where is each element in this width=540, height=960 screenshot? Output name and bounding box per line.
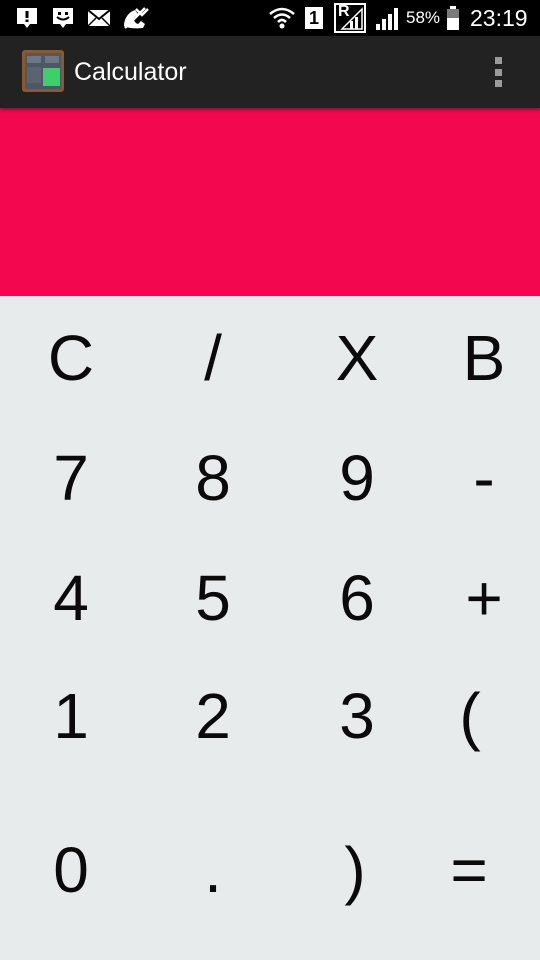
missed-call-icon [120,6,150,30]
battery-percent: 58% [406,8,441,27]
multiply-button[interactable]: X [297,308,417,408]
digit-6-button[interactable]: 6 [297,548,417,648]
smiley-notification-icon [50,6,76,30]
signal-bars-icon [374,6,402,30]
alert-box-icon [14,6,40,30]
digit-1-button[interactable]: 1 [11,666,131,766]
digit-0-button[interactable]: 0 [11,820,131,920]
battery-icon [444,6,462,30]
mail-icon [86,6,112,30]
clear-button[interactable]: C [11,308,131,408]
sim1-icon: 1 [302,6,326,30]
digit-2-button[interactable]: 2 [153,666,273,766]
minus-button[interactable]: - [424,428,540,528]
overflow-menu-icon[interactable] [482,54,514,90]
calculator-app-icon[interactable] [22,50,64,92]
digit-3-button[interactable]: 3 [297,666,417,766]
plus-button[interactable]: + [424,548,540,648]
status-bar: 1 R 58% 23:19 [0,0,540,36]
keypad: C / X B 7 8 9 - 4 5 6 + 1 2 3 ( 0 . ) = [0,296,540,960]
open-paren-button[interactable]: ( [410,666,530,766]
action-bar: Calculator [0,36,540,108]
digit-9-button[interactable]: 9 [297,428,417,528]
close-paren-button[interactable]: ) [295,820,415,920]
equals-button[interactable]: = [409,820,529,920]
decimal-point-button[interactable]: . [153,820,273,920]
app-title: Calculator [74,58,187,86]
digit-8-button[interactable]: 8 [153,428,273,528]
clock: 23:19 [470,5,528,31]
roaming-signal-icon: R [332,3,368,33]
sim1-label: 1 [305,7,323,29]
digit-7-button[interactable]: 7 [11,428,131,528]
digit-4-button[interactable]: 4 [11,548,131,648]
calculator-display [0,108,540,296]
divide-button[interactable]: / [153,308,273,408]
digit-5-button[interactable]: 5 [153,548,273,648]
wifi-icon [268,6,296,30]
backspace-button[interactable]: B [424,308,540,408]
